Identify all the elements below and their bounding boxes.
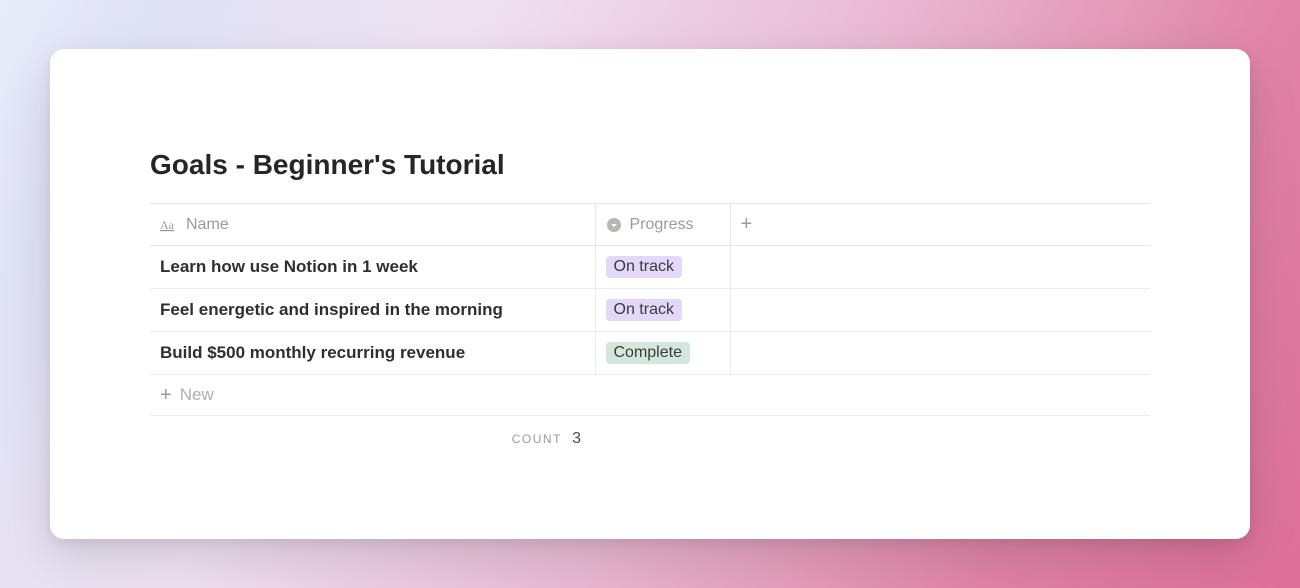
database-card: Goals - Beginner's Tutorial Aa Name [50, 49, 1250, 539]
table-row[interactable]: Learn how use Notion in 1 week On track [150, 246, 1150, 289]
status-tag: On track [606, 256, 682, 278]
cell-progress[interactable]: On track [595, 289, 730, 332]
status-tag: Complete [606, 342, 690, 364]
new-row-button[interactable]: + New [150, 375, 1150, 416]
cell-progress[interactable]: Complete [595, 332, 730, 375]
column-header-progress[interactable]: Progress [595, 204, 730, 246]
column-header-name-label: Name [186, 216, 229, 234]
cell-progress[interactable]: On track [595, 246, 730, 289]
plus-icon: + [741, 214, 753, 234]
select-property-icon [606, 217, 622, 233]
text-property-icon: Aa [160, 216, 178, 234]
count-cell[interactable]: COUNT 3 [150, 430, 595, 448]
cell-name[interactable]: Learn how use Notion in 1 week [150, 246, 595, 289]
cell-name[interactable]: Feel energetic and inspired in the morni… [150, 289, 595, 332]
add-column-button[interactable]: + [730, 204, 1150, 246]
database-table: Aa Name Progress [150, 203, 1150, 375]
cell-empty[interactable] [730, 246, 1150, 289]
status-tag: On track [606, 299, 682, 321]
cell-empty[interactable] [730, 289, 1150, 332]
table-row[interactable]: Feel energetic and inspired in the morni… [150, 289, 1150, 332]
page-title: Goals - Beginner's Tutorial [150, 149, 1150, 181]
new-row-label: New [180, 385, 214, 405]
column-header-name[interactable]: Aa Name [150, 204, 595, 246]
cell-empty[interactable] [730, 332, 1150, 375]
count-label: COUNT [512, 432, 562, 446]
table-body: Learn how use Notion in 1 week On track … [150, 246, 1150, 375]
table-footer: COUNT 3 [150, 416, 1150, 448]
table-row[interactable]: Build $500 monthly recurring revenue Com… [150, 332, 1150, 375]
svg-text:Aa: Aa [160, 218, 175, 232]
count-value: 3 [572, 430, 581, 447]
plus-icon: + [160, 385, 172, 405]
cell-name[interactable]: Build $500 monthly recurring revenue [150, 332, 595, 375]
column-header-progress-label: Progress [630, 216, 694, 234]
table-header-row: Aa Name Progress [150, 204, 1150, 246]
